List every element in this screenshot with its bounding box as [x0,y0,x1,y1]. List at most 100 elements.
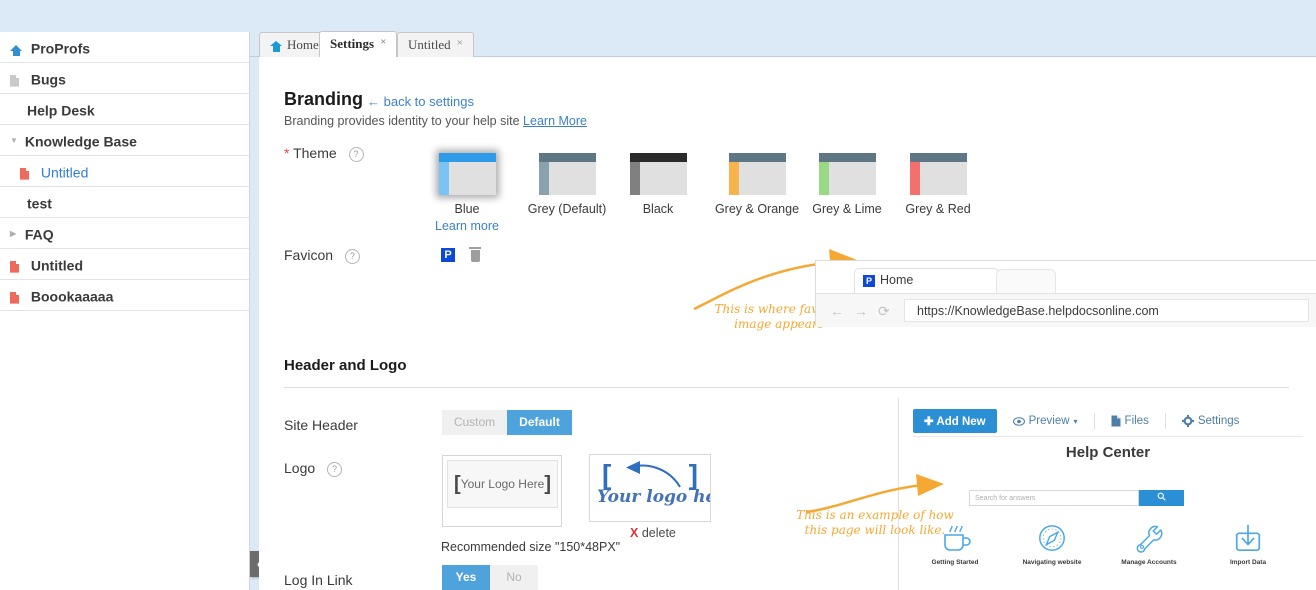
theme-name: Blue [412,202,522,216]
theme-option-blue[interactable]: Blue Learn more [412,153,522,233]
recommended-size-text: Recommended size "150*48PX" [441,540,620,554]
site-header-option-default[interactable]: Default [507,410,572,435]
document-icon [10,250,24,280]
tab-label: Home [287,37,319,52]
gear-icon [1182,415,1194,427]
trash-lid [469,247,481,249]
theme-swatch[interactable] [439,153,496,195]
logo-preview-box[interactable]: [ ] Your logo he [589,454,711,522]
sidebar-item-knowledge-base[interactable]: ▼ Knowledge Base [0,125,249,156]
login-link-label: Log In Link [284,572,353,588]
help-center-search-input[interactable]: Search for answers [969,490,1139,506]
category-label: Navigating website [1000,559,1104,566]
home-icon [10,33,24,63]
logo-upload-box[interactable]: [Your Logo Here] [442,455,562,527]
favicon-label: Favicon ? [284,247,360,264]
preview-annotation-arrow [800,472,960,522]
swatch-topbar [819,153,876,162]
delete-logo-button[interactable]: X delete [630,526,676,540]
category-label: Import Data [1196,559,1300,566]
chevron-down-icon[interactable]: ▼ [10,126,21,156]
browser-back-icon: ← [830,303,844,319]
tab-strip: Home Settings × Untitled× [259,32,1316,57]
sidebar-item-boookaaaaa[interactable]: Boookaaaaa [0,280,249,311]
favicon-image[interactable]: P [441,248,455,262]
swatch-topbar [539,153,596,162]
theme-swatch[interactable] [630,153,687,195]
add-new-button[interactable]: ✚ Add New [913,409,997,433]
swatch-sidebar [439,162,449,195]
preview-button[interactable]: Preview ▾ [1013,415,1078,427]
site-header-option-custom[interactable]: Custom [442,410,507,435]
theme-option-grey-red[interactable]: Grey & Red [883,153,993,216]
preview-label: Preview [1029,415,1070,427]
section-divider [284,387,1289,388]
login-link-option-no[interactable]: No [490,565,538,590]
theme-option-black[interactable]: Black [603,153,713,216]
swatch-sidebar [910,162,920,195]
toolbar-divider [1165,413,1166,429]
logo-label: Logo ? [284,460,342,477]
import-download-icon [1233,523,1263,553]
sidebar-item-label: Boookaaaaa [31,288,113,304]
theme-swatch[interactable] [819,153,876,195]
swatch-topbar [729,153,786,162]
theme-learn-more-link[interactable]: Learn more [412,219,522,233]
sidebar-item-untitled[interactable]: Untitled [0,249,249,280]
search-icon [1157,492,1166,501]
help-icon[interactable]: ? [345,249,360,264]
category-label: Manage Accounts [1097,559,1201,566]
theme-swatch[interactable] [539,153,596,195]
help-center-category-navigating-website[interactable]: Navigating website [1000,523,1104,566]
swatch-sidebar [819,162,829,195]
swatch-sidebar [729,162,739,195]
close-icon[interactable]: × [380,36,386,48]
sidebar-item-faq[interactable]: ▶ FAQ [0,218,249,249]
chevron-right-icon[interactable]: ▶ [10,219,21,249]
browser-url-bar: https://KnowledgeBase.helpdocsonline.com [904,299,1309,322]
delete-favicon-icon[interactable] [469,247,481,262]
compass-icon [1036,523,1068,553]
help-icon[interactable]: ? [327,462,342,477]
help-center-title: Help Center [899,444,1316,461]
page-title: Branding [284,89,363,110]
sidebar-item-proprofs[interactable]: ProProfs [0,32,249,63]
close-icon[interactable]: × [457,37,463,49]
sidebar-item-test[interactable]: test [0,187,249,218]
help-center-category-manage-accounts[interactable]: Manage Accounts [1097,523,1201,566]
learn-more-link[interactable]: Learn More [523,114,587,128]
tab-settings[interactable]: Settings × [319,31,397,57]
delete-x-icon: X [630,526,638,540]
login-link-toggle[interactable]: Yes No [442,565,538,590]
page-subtitle: Branding provides identity to your help … [284,114,587,128]
login-link-option-yes[interactable]: Yes [442,565,490,590]
theme-swatch[interactable] [729,153,786,195]
swatch-sidebar [630,162,640,195]
chevron-down-icon: ▾ [1074,417,1078,426]
help-center-search-button[interactable] [1139,490,1184,506]
logo-preview-text: Your logo he [597,487,711,507]
wrench-icon [1133,523,1165,553]
files-label: Files [1125,415,1149,427]
favicon-label-text: Favicon [284,247,333,263]
back-to-settings-link[interactable]: ← back to settings [367,94,474,109]
sidebar-item-label: ProProfs [31,40,90,56]
tab-untitled[interactable]: Untitled× [397,32,474,57]
sidebar-item-help-desk[interactable]: Help Desk [0,94,249,125]
browser-tab-empty [996,269,1056,294]
settings-label: Settings [1198,415,1240,427]
tab-label: Settings [330,36,374,51]
add-new-label: Add New [936,416,985,428]
theme-swatch[interactable] [910,153,967,195]
sidebar-item-bugs[interactable]: Bugs [0,63,249,94]
page-subtitle-text: Branding provides identity to your help … [284,114,520,128]
eye-icon [1013,417,1025,426]
site-header-toggle[interactable]: Custom Default [442,410,572,435]
theme-name: Black [603,202,713,216]
settings-button[interactable]: Settings [1182,415,1240,427]
browser-reload-icon: ⟳ [878,303,890,320]
help-center-category-import-data[interactable]: Import Data [1196,523,1300,566]
help-icon[interactable]: ? [349,147,364,162]
sidebar-item-untitled-child[interactable]: Untitled [0,156,249,187]
files-button[interactable]: Files [1111,415,1149,427]
